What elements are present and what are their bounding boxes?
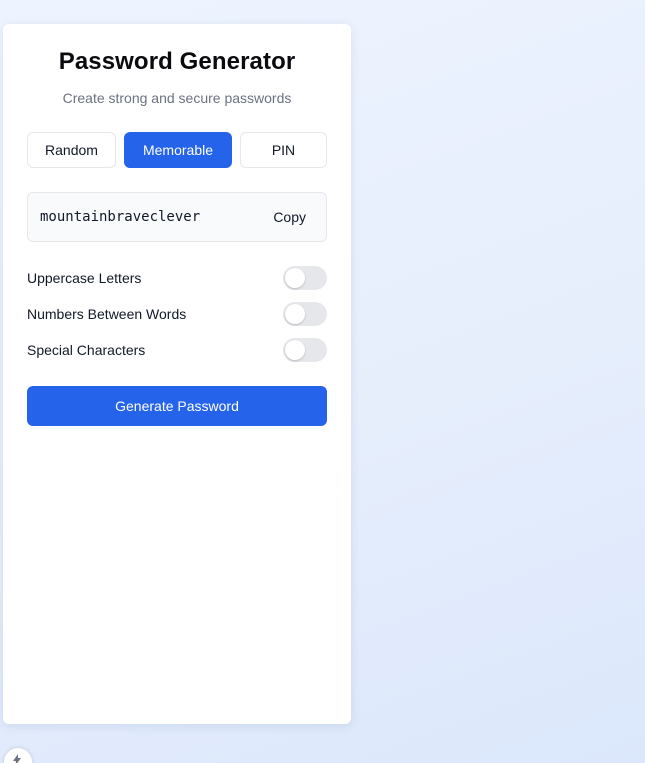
toggle-knob: [285, 340, 305, 360]
mode-tab-memorable[interactable]: Memorable: [124, 132, 232, 168]
password-output: mountainbraveclever Copy: [27, 192, 327, 242]
numbers-toggle[interactable]: [283, 302, 327, 326]
generate-password-button[interactable]: Generate Password: [27, 386, 327, 426]
special-toggle[interactable]: [283, 338, 327, 362]
option-label: Uppercase Letters: [27, 270, 142, 286]
toggle-knob: [285, 268, 305, 288]
option-numbers: Numbers Between Words: [27, 302, 327, 326]
password-generator-card: Password Generator Create strong and sec…: [3, 24, 351, 724]
copy-button[interactable]: Copy: [261, 202, 318, 232]
toggle-knob: [285, 304, 305, 324]
corner-badge[interactable]: [4, 748, 32, 763]
option-special: Special Characters: [27, 338, 327, 362]
mode-tab-pin[interactable]: PIN: [240, 132, 327, 168]
mode-tab-random[interactable]: Random: [27, 132, 116, 168]
option-label: Special Characters: [27, 342, 146, 358]
option-label: Numbers Between Words: [27, 306, 187, 322]
page-title: Password Generator: [58, 48, 296, 75]
page-subtitle: Create strong and secure passwords: [62, 90, 292, 106]
bolt-icon: [13, 754, 21, 763]
password-value: mountainbraveclever: [40, 209, 201, 225]
uppercase-toggle[interactable]: [283, 266, 327, 290]
option-uppercase: Uppercase Letters: [27, 266, 327, 290]
